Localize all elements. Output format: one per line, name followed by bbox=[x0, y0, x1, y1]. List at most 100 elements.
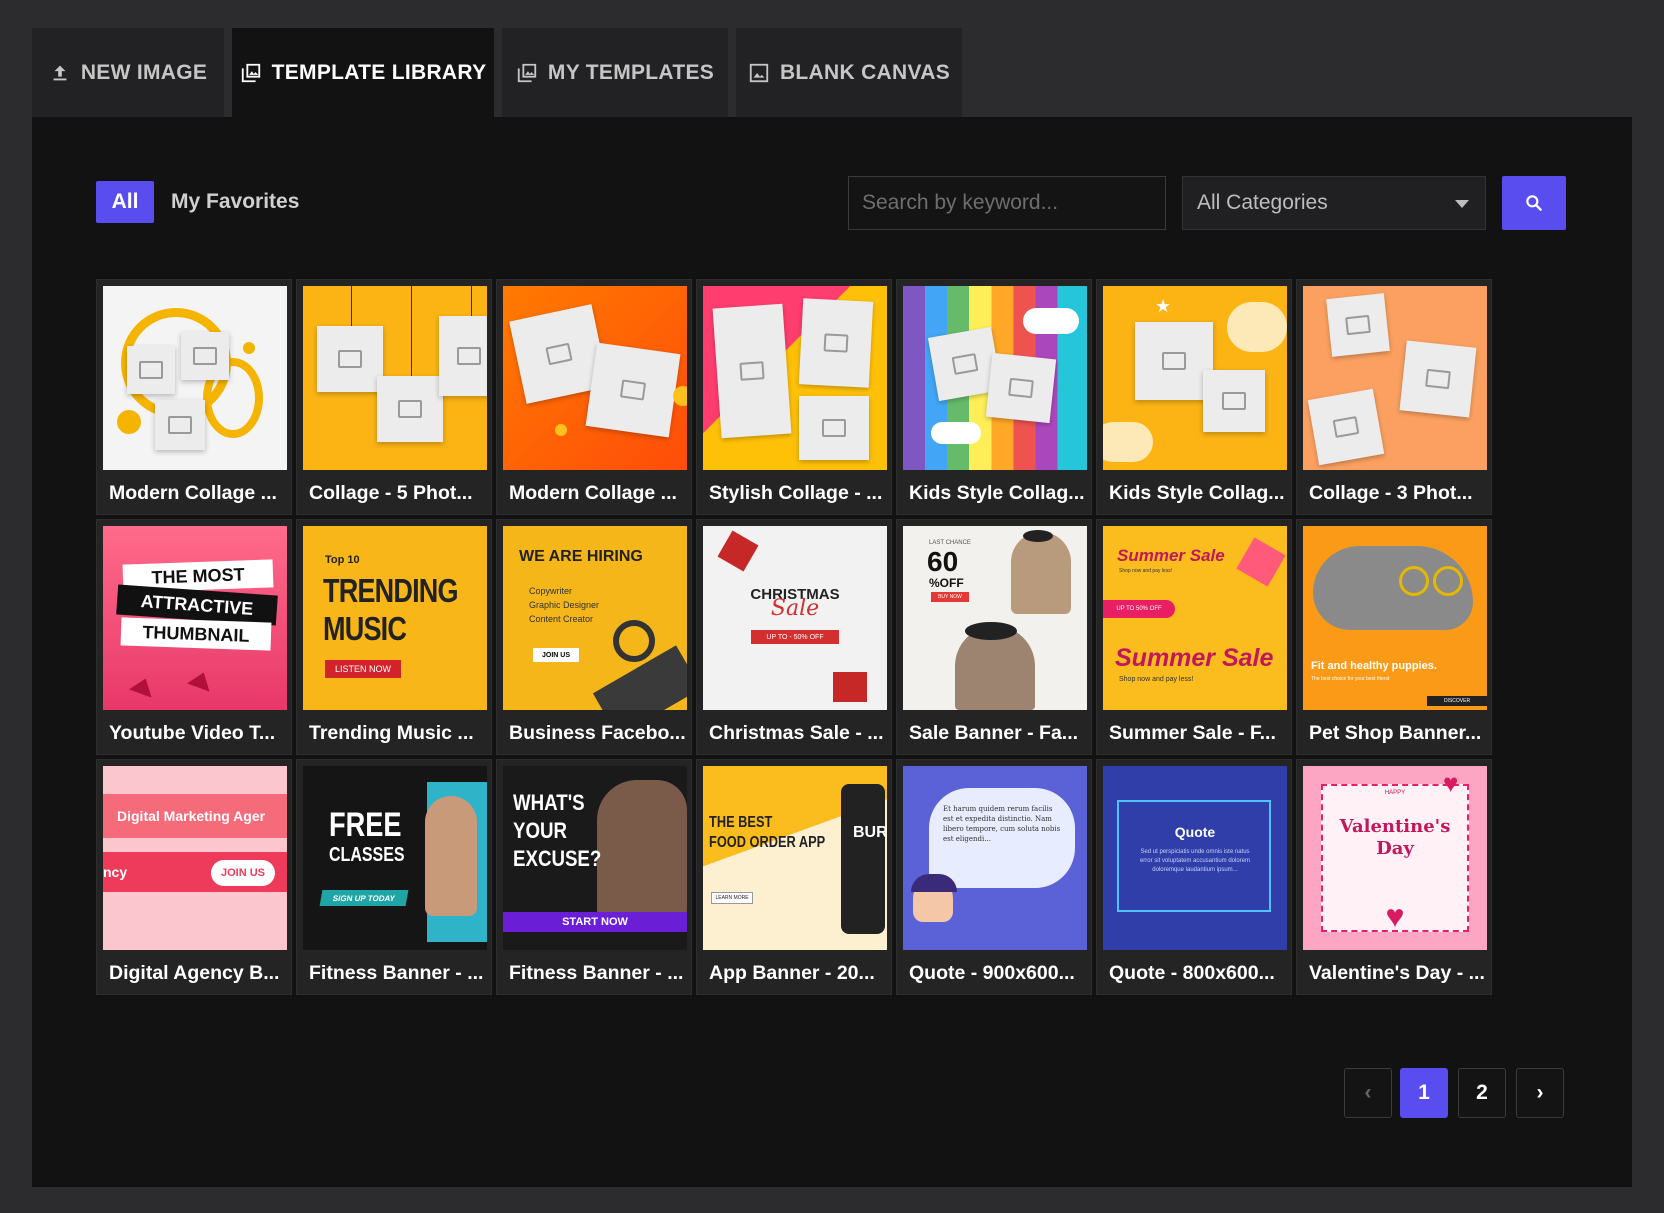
thumb-text: SIGN UP TODAY bbox=[319, 890, 409, 906]
tab-label: BLANK CANVAS bbox=[779, 61, 951, 84]
template-thumbnail: CHRISTMAS Sale UP TO - 50% OFF bbox=[703, 526, 887, 710]
template-card[interactable]: WHAT'S YOUR EXCUSE? START NOW Fitness Ba… bbox=[496, 759, 692, 995]
thumb-text: FREE bbox=[329, 806, 402, 844]
thumb-text: Top 10 bbox=[325, 554, 360, 566]
template-card[interactable]: Modern Collage ... bbox=[96, 279, 292, 515]
template-title: Sale Banner - Fa... bbox=[909, 721, 1079, 744]
template-card[interactable]: Collage - 5 Phot... bbox=[296, 279, 492, 515]
search-input[interactable] bbox=[848, 176, 1166, 230]
thumb-text: Shop now and pay less! bbox=[1119, 568, 1173, 574]
template-card[interactable]: THE BEST FOOD ORDER APP LEARN MORE BUR A… bbox=[696, 759, 892, 995]
template-card[interactable]: LAST CHANCE 60 %OFF BUY NOW Sale Banner … bbox=[896, 519, 1092, 755]
template-thumbnail: Summer Sale Shop now and pay less! UP TO… bbox=[1103, 526, 1287, 710]
template-title: Business Facebo... bbox=[509, 721, 685, 744]
template-title: Digital Agency B... bbox=[109, 961, 280, 984]
template-thumbnail: WE ARE HIRING Copywriter Graphic Designe… bbox=[503, 526, 687, 710]
template-card[interactable]: Collage - 3 Phot... bbox=[1296, 279, 1492, 515]
template-card[interactable]: Quote Sed ut perspiciatis unde omnis ist… bbox=[1096, 759, 1292, 995]
template-thumbnail: THE MOST ATTRACTIVE THUMBNAIL bbox=[103, 526, 287, 710]
pagination-page-2[interactable]: 2 bbox=[1458, 1068, 1506, 1118]
template-thumbnail: Quote Sed ut perspiciatis unde omnis ist… bbox=[1103, 766, 1287, 950]
template-thumbnail bbox=[903, 286, 1087, 470]
template-title: Modern Collage ... bbox=[109, 481, 277, 504]
filter-all-button[interactable]: All bbox=[96, 181, 154, 223]
template-title: Quote - 900x600... bbox=[909, 961, 1075, 984]
pagination-page-1[interactable]: 1 bbox=[1400, 1068, 1448, 1118]
template-title: Kids Style Collag... bbox=[909, 481, 1085, 504]
pagination-next-button[interactable]: › bbox=[1516, 1068, 1564, 1118]
thumb-text: Et harum quidem rerum facilis est et exp… bbox=[943, 805, 1061, 843]
thumb-text: BUR bbox=[853, 824, 887, 841]
thumb-text: Graphic Designer bbox=[529, 600, 600, 610]
template-card[interactable]: THE MOST ATTRACTIVE THUMBNAIL Youtube Vi… bbox=[96, 519, 292, 755]
template-card[interactable]: CHRISTMAS Sale UP TO - 50% OFF Christmas… bbox=[696, 519, 892, 755]
thumb-text: Quote bbox=[1174, 824, 1216, 840]
thumb-text: UP TO - 50% OFF bbox=[751, 630, 839, 644]
template-title: Fitness Banner - ... bbox=[509, 961, 684, 984]
template-thumbnail: WHAT'S YOUR EXCUSE? START NOW bbox=[503, 766, 687, 950]
template-card[interactable]: Kids Style Collag... bbox=[896, 279, 1092, 515]
template-card[interactable]: Modern Collage ... bbox=[496, 279, 692, 515]
template-card[interactable]: Stylish Collage - ... bbox=[696, 279, 892, 515]
template-thumbnail bbox=[1303, 286, 1487, 470]
template-thumbnail bbox=[103, 286, 287, 470]
template-card[interactable]: Summer Sale Shop now and pay less! UP TO… bbox=[1096, 519, 1292, 755]
thumb-text: Valentine's bbox=[1339, 816, 1451, 837]
template-title: App Banner - 20... bbox=[709, 961, 875, 984]
tab-new-image[interactable]: NEW IMAGE bbox=[32, 28, 224, 118]
thumb-text: Summer Sale bbox=[1115, 644, 1274, 672]
category-select[interactable]: All Categories bbox=[1182, 176, 1486, 230]
tab-blank-canvas[interactable]: BLANK CANVAS bbox=[736, 28, 962, 118]
template-thumbnail: Digital Marketing Ager ncy JOIN US bbox=[103, 766, 287, 950]
template-title: Trending Music ... bbox=[309, 721, 474, 744]
template-card[interactable]: HAPPY Valentine's Day ♥ ♥ Valentine's Da… bbox=[1296, 759, 1492, 995]
chevron-down-icon bbox=[1455, 200, 1469, 208]
thumb-text: MUSIC bbox=[323, 610, 407, 647]
template-title: Youtube Video T... bbox=[109, 721, 276, 744]
template-title: Collage - 5 Phot... bbox=[309, 481, 473, 504]
template-title: Kids Style Collag... bbox=[1109, 481, 1285, 504]
thumb-text: FOOD ORDER APP bbox=[709, 834, 826, 851]
template-title: Valentine's Day - ... bbox=[1309, 961, 1485, 984]
thumb-text: 60 bbox=[927, 546, 959, 577]
template-thumbnail: FREE CLASSES SIGN UP TODAY bbox=[303, 766, 487, 950]
upload-icon bbox=[49, 62, 71, 84]
thumb-text: Sed ut perspiciatis unde omnis iste natu… bbox=[1139, 849, 1251, 873]
search-icon bbox=[1524, 193, 1544, 213]
template-title: Christmas Sale - ... bbox=[709, 721, 884, 744]
chevron-left-icon: ‹ bbox=[1364, 1081, 1372, 1104]
template-card[interactable]: Top 10 TRENDING MUSIC LISTEN NOW Trendin… bbox=[296, 519, 492, 755]
filter-favorites-button[interactable]: My Favorites bbox=[171, 181, 299, 223]
template-card[interactable]: Fit and healthy puppies. The best choice… bbox=[1296, 519, 1492, 755]
thumb-text: BUY NOW bbox=[931, 592, 969, 602]
template-thumbnail bbox=[303, 286, 487, 470]
template-thumbnail: HAPPY Valentine's Day ♥ ♥ bbox=[1303, 766, 1487, 950]
template-thumbnail: Top 10 TRENDING MUSIC LISTEN NOW bbox=[303, 526, 487, 710]
pagination-prev-button[interactable]: ‹ bbox=[1344, 1068, 1392, 1118]
my-templates-icon bbox=[516, 62, 538, 84]
thumb-text: THE BEST bbox=[709, 814, 773, 831]
template-title: Quote - 800x600... bbox=[1109, 961, 1275, 984]
template-card[interactable]: FREE CLASSES SIGN UP TODAY Fitness Banne… bbox=[296, 759, 492, 995]
template-card[interactable]: Et harum quidem rerum facilis est et exp… bbox=[896, 759, 1092, 995]
thumb-text: DISCOVER bbox=[1427, 696, 1487, 706]
thumb-text: LEARN MORE bbox=[711, 892, 753, 904]
template-title: Pet Shop Banner... bbox=[1309, 721, 1482, 744]
template-title: Modern Collage ... bbox=[509, 481, 677, 504]
template-card[interactable]: Digital Marketing Ager ncy JOIN US Digit… bbox=[96, 759, 292, 995]
image-library-icon bbox=[240, 62, 262, 84]
thumb-text: Content Creator bbox=[529, 614, 594, 624]
thumb-text: YOUR bbox=[513, 818, 568, 843]
thumb-text: %OFF bbox=[929, 576, 964, 590]
tab-my-templates[interactable]: MY TEMPLATES bbox=[502, 28, 728, 118]
template-card[interactable]: ★ Kids Style Collag... bbox=[1096, 279, 1292, 515]
template-thumbnail bbox=[503, 286, 687, 470]
thumb-text: THUMBNAIL bbox=[120, 617, 272, 651]
search-button[interactable] bbox=[1502, 176, 1566, 230]
thumb-text: START NOW bbox=[503, 912, 687, 932]
template-thumbnail: Et harum quidem rerum facilis est et exp… bbox=[903, 766, 1087, 950]
tab-template-library[interactable]: TEMPLATE LIBRARY bbox=[232, 28, 494, 118]
template-card[interactable]: WE ARE HIRING Copywriter Graphic Designe… bbox=[496, 519, 692, 755]
thumb-text: CLASSES bbox=[329, 844, 405, 866]
thumb-text: HAPPY bbox=[1384, 790, 1406, 796]
